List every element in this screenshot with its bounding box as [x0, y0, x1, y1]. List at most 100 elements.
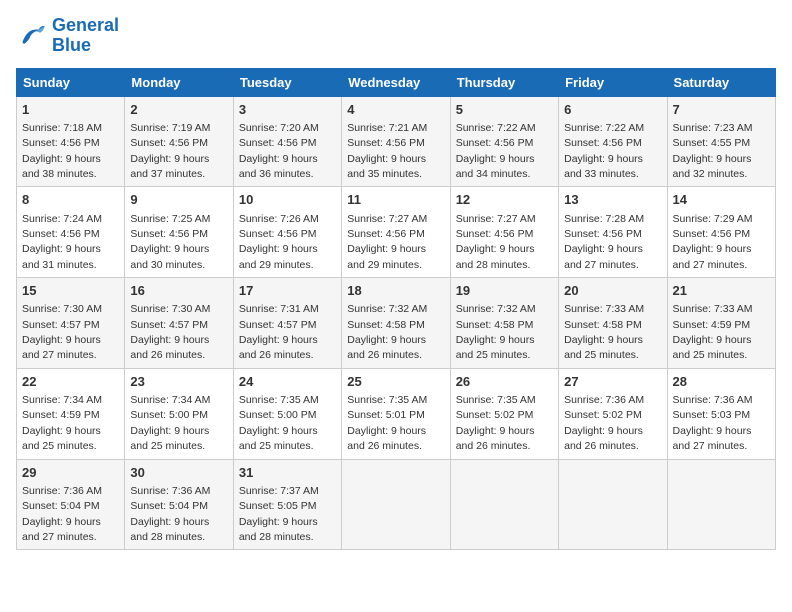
day-info: Sunrise: 7:33 AMSunset: 4:59 PMDaylight:… — [673, 303, 753, 361]
day-number: 22 — [22, 373, 119, 391]
day-number: 1 — [22, 101, 119, 119]
calendar-cell — [342, 459, 450, 550]
week-row: 15 Sunrise: 7:30 AMSunset: 4:57 PMDayligh… — [17, 278, 776, 369]
day-number: 6 — [564, 101, 661, 119]
day-number: 3 — [239, 101, 336, 119]
header-tuesday: Tuesday — [233, 68, 341, 96]
header-friday: Friday — [559, 68, 667, 96]
calendar-cell — [450, 459, 558, 550]
logo-general: General — [52, 16, 119, 36]
day-number: 13 — [564, 191, 661, 209]
logo-blue: Blue — [52, 36, 119, 56]
day-info: Sunrise: 7:35 AMSunset: 5:01 PMDaylight:… — [347, 394, 427, 452]
day-info: Sunrise: 7:26 AMSunset: 4:56 PMDaylight:… — [239, 213, 319, 271]
calendar-cell: 2Sunrise: 7:19 AMSunset: 4:56 PMDaylight… — [125, 96, 233, 187]
day-number: 2 — [130, 101, 227, 119]
header-thursday: Thursday — [450, 68, 558, 96]
day-info: Sunrise: 7:27 AMSunset: 4:56 PMDaylight:… — [456, 213, 536, 271]
calendar-cell: 24 Sunrise: 7:35 AMSunset: 5:00 PMDayligh… — [233, 368, 341, 459]
calendar-cell: 21 Sunrise: 7:33 AMSunset: 4:59 PMDayligh… — [667, 278, 775, 369]
day-info: Sunrise: 7:25 AMSunset: 4:56 PMDaylight:… — [130, 213, 210, 271]
calendar-cell: 10 Sunrise: 7:26 AMSunset: 4:56 PMDayligh… — [233, 187, 341, 278]
day-number: 26 — [456, 373, 553, 391]
week-row: 29 Sunrise: 7:36 AMSunset: 5:04 PMDayligh… — [17, 459, 776, 550]
calendar-cell: 7Sunrise: 7:23 AMSunset: 4:55 PMDaylight… — [667, 96, 775, 187]
day-number: 9 — [130, 191, 227, 209]
day-info: Sunrise: 7:30 AMSunset: 4:57 PMDaylight:… — [22, 303, 102, 361]
week-row: 8 Sunrise: 7:24 AMSunset: 4:56 PMDaylight… — [17, 187, 776, 278]
day-number: 31 — [239, 464, 336, 482]
day-number: 30 — [130, 464, 227, 482]
calendar-body: 1 Sunrise: 7:18 AMSunset: 4:56 PMDaylight… — [17, 96, 776, 550]
calendar-cell: 14Sunrise: 7:29 AMSunset: 4:56 PMDayligh… — [667, 187, 775, 278]
calendar-cell: 15 Sunrise: 7:30 AMSunset: 4:57 PMDayligh… — [17, 278, 125, 369]
day-number: 23 — [130, 373, 227, 391]
calendar-cell: 12 Sunrise: 7:27 AMSunset: 4:56 PMDayligh… — [450, 187, 558, 278]
header-wednesday: Wednesday — [342, 68, 450, 96]
day-number: 15 — [22, 282, 119, 300]
day-number: 29 — [22, 464, 119, 482]
day-info: Sunrise: 7:30 AMSunset: 4:57 PMDaylight:… — [130, 303, 210, 361]
day-info: Sunrise: 7:32 AMSunset: 4:58 PMDaylight:… — [347, 303, 427, 361]
day-info: Sunrise: 7:35 AMSunset: 5:00 PMDaylight:… — [239, 394, 319, 452]
day-info: Sunrise: 7:31 AMSunset: 4:57 PMDaylight:… — [239, 303, 319, 361]
calendar-cell — [667, 459, 775, 550]
day-number: 28 — [673, 373, 770, 391]
day-number: 20 — [564, 282, 661, 300]
day-number: 11 — [347, 191, 444, 209]
calendar-cell: 5Sunrise: 7:22 AMSunset: 4:56 PMDaylight… — [450, 96, 558, 187]
calendar-cell: 19 Sunrise: 7:32 AMSunset: 4:58 PMDayligh… — [450, 278, 558, 369]
day-number: 7 — [673, 101, 770, 119]
calendar-cell: 3 Sunrise: 7:20 AMSunset: 4:56 PMDaylight… — [233, 96, 341, 187]
header-row: SundayMondayTuesdayWednesdayThursdayFrid… — [17, 68, 776, 96]
day-info: Sunrise: 7:27 AMSunset: 4:56 PMDaylight:… — [347, 213, 427, 271]
calendar-cell: 1 Sunrise: 7:18 AMSunset: 4:56 PMDaylight… — [17, 96, 125, 187]
day-number: 16 — [130, 282, 227, 300]
day-info: Sunrise: 7:36 AMSunset: 5:04 PMDaylight:… — [130, 485, 210, 543]
calendar-cell: 8 Sunrise: 7:24 AMSunset: 4:56 PMDaylight… — [17, 187, 125, 278]
calendar-cell: 11 Sunrise: 7:27 AMSunset: 4:56 PMDayligh… — [342, 187, 450, 278]
day-info: Sunrise: 7:36 AMSunset: 5:04 PMDaylight:… — [22, 485, 102, 543]
day-info: Sunrise: 7:35 AMSunset: 5:02 PMDaylight:… — [456, 394, 536, 452]
day-number: 12 — [456, 191, 553, 209]
calendar-cell: 18 Sunrise: 7:32 AMSunset: 4:58 PMDayligh… — [342, 278, 450, 369]
calendar-cell: 30 Sunrise: 7:36 AMSunset: 5:04 PMDayligh… — [125, 459, 233, 550]
calendar-cell: 17Sunrise: 7:31 AMSunset: 4:57 PMDayligh… — [233, 278, 341, 369]
day-number: 21 — [673, 282, 770, 300]
header-saturday: Saturday — [667, 68, 775, 96]
calendar-cell: 6Sunrise: 7:22 AMSunset: 4:56 PMDaylight… — [559, 96, 667, 187]
calendar-cell: 26 Sunrise: 7:35 AMSunset: 5:02 PMDayligh… — [450, 368, 558, 459]
week-row: 1 Sunrise: 7:18 AMSunset: 4:56 PMDaylight… — [17, 96, 776, 187]
day-info: Sunrise: 7:18 AMSunset: 4:56 PMDaylight:… — [22, 122, 102, 180]
day-number: 19 — [456, 282, 553, 300]
day-number: 10 — [239, 191, 336, 209]
header-monday: Monday — [125, 68, 233, 96]
day-info: Sunrise: 7:36 AMSunset: 5:03 PMDaylight:… — [673, 394, 753, 452]
day-number: 8 — [22, 191, 119, 209]
header-sunday: Sunday — [17, 68, 125, 96]
calendar-cell: 25Sunrise: 7:35 AMSunset: 5:01 PMDayligh… — [342, 368, 450, 459]
logo: General Blue — [16, 16, 119, 56]
day-number: 18 — [347, 282, 444, 300]
day-info: Sunrise: 7:29 AMSunset: 4:56 PMDaylight:… — [673, 213, 753, 271]
calendar-cell: 20Sunrise: 7:33 AMSunset: 4:58 PMDayligh… — [559, 278, 667, 369]
calendar-cell: 23 Sunrise: 7:34 AMSunset: 5:00 PMDayligh… — [125, 368, 233, 459]
week-row: 22Sunrise: 7:34 AMSunset: 4:59 PMDayligh… — [17, 368, 776, 459]
calendar-cell: 16 Sunrise: 7:30 AMSunset: 4:57 PMDayligh… — [125, 278, 233, 369]
calendar-cell: 31Sunrise: 7:37 AMSunset: 5:05 PMDayligh… — [233, 459, 341, 550]
day-info: Sunrise: 7:24 AMSunset: 4:56 PMDaylight:… — [22, 213, 102, 271]
day-info: Sunrise: 7:21 AMSunset: 4:56 PMDaylight:… — [347, 122, 427, 180]
day-info: Sunrise: 7:28 AMSunset: 4:56 PMDaylight:… — [564, 213, 644, 271]
day-number: 5 — [456, 101, 553, 119]
calendar-cell: 28 Sunrise: 7:36 AMSunset: 5:03 PMDayligh… — [667, 368, 775, 459]
calendar-table: SundayMondayTuesdayWednesdayThursdayFrid… — [16, 68, 776, 551]
day-number: 27 — [564, 373, 661, 391]
day-info: Sunrise: 7:32 AMSunset: 4:58 PMDaylight:… — [456, 303, 536, 361]
calendar-cell — [559, 459, 667, 550]
day-info: Sunrise: 7:20 AMSunset: 4:56 PMDaylight:… — [239, 122, 319, 180]
day-number: 24 — [239, 373, 336, 391]
calendar-cell: 4Sunrise: 7:21 AMSunset: 4:56 PMDaylight… — [342, 96, 450, 187]
calendar-cell: 9 Sunrise: 7:25 AMSunset: 4:56 PMDaylight… — [125, 187, 233, 278]
day-info: Sunrise: 7:34 AMSunset: 5:00 PMDaylight:… — [130, 394, 210, 452]
page-header: General Blue — [16, 16, 776, 56]
